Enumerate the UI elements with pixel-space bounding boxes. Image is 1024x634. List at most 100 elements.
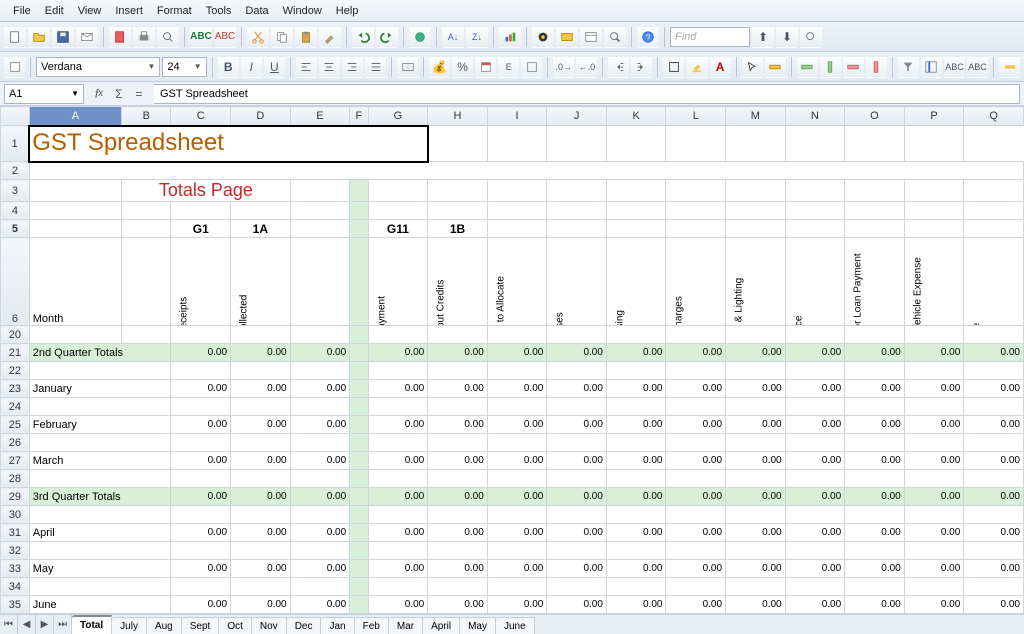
navigator-icon[interactable] bbox=[532, 26, 554, 48]
cell[interactable]: 0.00 bbox=[428, 380, 488, 398]
cell[interactable] bbox=[171, 398, 231, 416]
sheet-tab-aug[interactable]: Aug bbox=[147, 617, 182, 634]
cell[interactable]: 0.00 bbox=[290, 524, 350, 542]
cell[interactable]: 0.00 bbox=[726, 488, 786, 506]
find-prev-icon[interactable]: ⬆ bbox=[752, 26, 774, 48]
align-right-icon[interactable] bbox=[342, 56, 363, 78]
cell[interactable] bbox=[845, 506, 905, 524]
cell[interactable]: 0.00 bbox=[785, 560, 845, 578]
cell[interactable] bbox=[785, 506, 845, 524]
cell[interactable] bbox=[964, 542, 1024, 560]
cell[interactable]: 0.00 bbox=[726, 524, 786, 542]
cell[interactable] bbox=[547, 362, 607, 380]
cell[interactable]: 0.00 bbox=[171, 596, 231, 614]
cell[interactable] bbox=[368, 470, 428, 488]
cell[interactable] bbox=[547, 434, 607, 452]
freeze-icon[interactable] bbox=[921, 56, 942, 78]
cell[interactable] bbox=[904, 614, 964, 615]
cell[interactable]: 0.00 bbox=[904, 416, 964, 434]
cell[interactable] bbox=[904, 470, 964, 488]
cell[interactable] bbox=[666, 506, 726, 524]
cell[interactable]: 0.00 bbox=[726, 596, 786, 614]
cell[interactable] bbox=[785, 434, 845, 452]
exponential-icon[interactable]: E bbox=[498, 56, 519, 78]
cell[interactable] bbox=[487, 506, 547, 524]
autofilter-icon[interactable] bbox=[898, 56, 919, 78]
name-box[interactable]: A1▼ bbox=[4, 84, 84, 104]
cell[interactable]: 0.00 bbox=[428, 416, 488, 434]
sheet-tab-april[interactable]: April bbox=[423, 617, 460, 634]
col-header-d[interactable]: D bbox=[231, 107, 291, 126]
sum-icon[interactable]: Σ bbox=[110, 85, 128, 103]
standard-format-icon[interactable] bbox=[521, 56, 542, 78]
cell[interactable]: 0.00 bbox=[606, 344, 666, 362]
bold-button[interactable]: B bbox=[218, 56, 239, 78]
align-left-icon[interactable] bbox=[296, 56, 317, 78]
cell[interactable] bbox=[964, 506, 1024, 524]
cell[interactable] bbox=[726, 362, 786, 380]
cell[interactable] bbox=[606, 578, 666, 596]
cell[interactable]: 0.00 bbox=[606, 380, 666, 398]
cell[interactable] bbox=[350, 344, 368, 362]
cell[interactable] bbox=[368, 434, 428, 452]
cell[interactable] bbox=[428, 614, 488, 615]
cell[interactable]: 0.00 bbox=[904, 344, 964, 362]
cell[interactable]: 0.00 bbox=[964, 596, 1024, 614]
sheet-tab-oct[interactable]: Oct bbox=[219, 617, 252, 634]
cell[interactable]: 0.00 bbox=[845, 344, 905, 362]
cell[interactable] bbox=[606, 470, 666, 488]
font-name-combo[interactable]: Verdana▼ bbox=[36, 57, 160, 77]
col-header-n[interactable]: N bbox=[785, 107, 845, 126]
sheet-tab-mar[interactable]: Mar bbox=[389, 617, 423, 634]
cell[interactable] bbox=[606, 614, 666, 615]
cell[interactable] bbox=[964, 470, 1024, 488]
cell[interactable] bbox=[904, 506, 964, 524]
cell[interactable] bbox=[845, 470, 905, 488]
cell[interactable]: 0.00 bbox=[231, 524, 291, 542]
col-header-a[interactable]: A bbox=[29, 107, 121, 126]
select-icon[interactable] bbox=[742, 56, 763, 78]
date-icon[interactable] bbox=[475, 56, 496, 78]
row-label[interactable]: June bbox=[29, 596, 171, 614]
cell[interactable]: 0.00 bbox=[290, 380, 350, 398]
cell[interactable] bbox=[606, 542, 666, 560]
cell[interactable] bbox=[606, 434, 666, 452]
function-wizard-icon[interactable]: fx bbox=[90, 85, 108, 103]
cell[interactable] bbox=[785, 614, 845, 615]
cell[interactable]: 0.00 bbox=[231, 380, 291, 398]
cell[interactable] bbox=[547, 614, 607, 615]
cell[interactable]: 0.00 bbox=[547, 488, 607, 506]
cell[interactable] bbox=[785, 362, 845, 380]
zoom-icon[interactable] bbox=[604, 26, 626, 48]
cell[interactable]: 0.00 bbox=[726, 560, 786, 578]
cell[interactable]: 0.00 bbox=[666, 560, 726, 578]
menu-edit[interactable]: Edit bbox=[38, 3, 71, 19]
row-header[interactable]: 25 bbox=[1, 416, 30, 434]
cell[interactable] bbox=[428, 434, 488, 452]
formula-input[interactable]: GST Spreadsheet bbox=[154, 84, 1020, 104]
col-header-i[interactable]: I bbox=[487, 107, 547, 126]
cell[interactable] bbox=[368, 362, 428, 380]
cell[interactable] bbox=[350, 416, 368, 434]
cell[interactable]: 0.00 bbox=[845, 416, 905, 434]
cell[interactable] bbox=[845, 614, 905, 615]
paste-icon[interactable] bbox=[295, 26, 317, 48]
cell-a1-selected[interactable]: GST Spreadsheet bbox=[29, 126, 427, 162]
row-header[interactable]: 26 bbox=[1, 434, 30, 452]
equals-icon[interactable]: = bbox=[130, 85, 148, 103]
cell[interactable] bbox=[964, 362, 1024, 380]
row-label[interactable]: January bbox=[29, 380, 171, 398]
cell[interactable]: 0.00 bbox=[290, 416, 350, 434]
col-header-o[interactable]: O bbox=[845, 107, 905, 126]
cell[interactable] bbox=[231, 470, 291, 488]
cell[interactable] bbox=[350, 362, 368, 380]
cell[interactable]: 0.00 bbox=[666, 344, 726, 362]
cell[interactable] bbox=[547, 470, 607, 488]
cell[interactable] bbox=[350, 614, 368, 615]
cell[interactable]: 0.00 bbox=[845, 596, 905, 614]
col-header-j[interactable]: J bbox=[547, 107, 607, 126]
merge-cells-icon[interactable] bbox=[397, 56, 418, 78]
cell[interactable]: 0.00 bbox=[964, 344, 1024, 362]
cell[interactable]: 0.00 bbox=[428, 596, 488, 614]
cell[interactable] bbox=[785, 542, 845, 560]
